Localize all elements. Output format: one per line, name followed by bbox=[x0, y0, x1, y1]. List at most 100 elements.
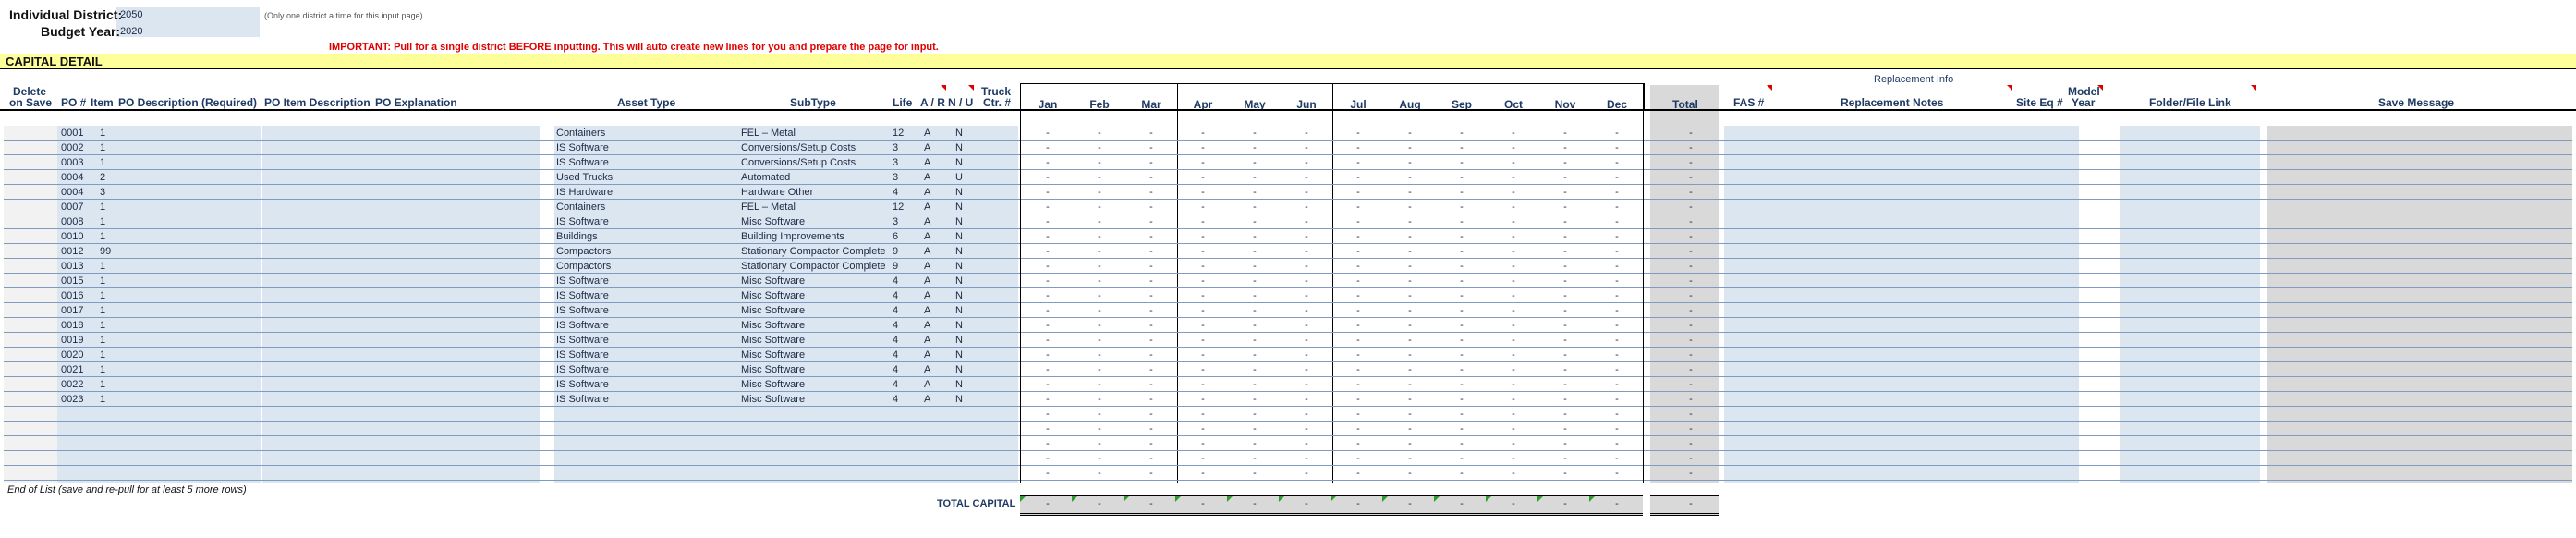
month-value-cell[interactable]: - bbox=[1595, 274, 1639, 288]
month-value-cell[interactable]: - bbox=[1129, 451, 1173, 466]
month-value-cell[interactable]: - bbox=[1595, 407, 1639, 422]
month-value-cell[interactable]: - bbox=[1543, 259, 1587, 274]
month-value-cell[interactable]: - bbox=[1543, 303, 1587, 318]
po-cell[interactable]: 0012 bbox=[61, 244, 89, 259]
month-value-cell[interactable]: - bbox=[1440, 214, 1484, 229]
life-cell[interactable]: 4 bbox=[893, 377, 915, 392]
district-input[interactable]: 2050 bbox=[120, 9, 142, 20]
month-value-cell[interactable]: - bbox=[1129, 348, 1173, 362]
subtype-cell[interactable]: FEL – Metal bbox=[741, 200, 889, 214]
nu-cell[interactable]: N bbox=[955, 244, 970, 259]
month-value-cell[interactable]: - bbox=[1440, 155, 1484, 170]
item-cell[interactable]: 99 bbox=[100, 244, 118, 259]
month-value-cell[interactable]: - bbox=[1440, 348, 1484, 362]
month-value-cell[interactable]: - bbox=[1129, 436, 1173, 451]
month-value-cell[interactable]: - bbox=[1077, 200, 1122, 214]
month-value-cell[interactable]: - bbox=[1440, 259, 1484, 274]
month-value-cell[interactable]: - bbox=[1491, 377, 1536, 392]
month-value-cell[interactable]: - bbox=[1077, 451, 1122, 466]
month-value-cell[interactable]: - bbox=[1077, 318, 1122, 333]
month-value-cell[interactable]: - bbox=[1181, 229, 1225, 244]
month-value-cell[interactable]: - bbox=[1491, 362, 1536, 377]
month-value-cell[interactable]: - bbox=[1543, 466, 1587, 481]
month-value-cell[interactable]: - bbox=[1543, 288, 1587, 303]
month-value-cell[interactable]: - bbox=[1129, 288, 1173, 303]
month-value-cell[interactable]: - bbox=[1129, 126, 1173, 141]
subtype-cell[interactable]: Hardware Other bbox=[741, 185, 889, 200]
month-value-cell[interactable]: - bbox=[1077, 377, 1122, 392]
month-value-cell[interactable]: - bbox=[1336, 200, 1380, 214]
month-value-cell[interactable]: - bbox=[1077, 155, 1122, 170]
month-value-cell[interactable]: - bbox=[1440, 377, 1484, 392]
month-value-cell[interactable]: - bbox=[1595, 466, 1639, 481]
ar-cell[interactable]: A bbox=[924, 318, 939, 333]
ar-cell[interactable]: A bbox=[924, 229, 939, 244]
month-value-cell[interactable]: - bbox=[1181, 392, 1225, 407]
month-value-cell[interactable]: - bbox=[1336, 126, 1380, 141]
month-value-cell[interactable]: - bbox=[1026, 466, 1070, 481]
month-value-cell[interactable]: - bbox=[1336, 466, 1380, 481]
month-value-cell[interactable]: - bbox=[1077, 407, 1122, 422]
month-value-cell[interactable]: - bbox=[1284, 229, 1329, 244]
item-cell[interactable]: 1 bbox=[100, 274, 118, 288]
month-value-cell[interactable]: - bbox=[1284, 244, 1329, 259]
month-value-cell[interactable]: - bbox=[1026, 451, 1070, 466]
month-value-cell[interactable]: - bbox=[1388, 259, 1432, 274]
life-cell[interactable]: 4 bbox=[893, 318, 915, 333]
ar-cell[interactable]: A bbox=[924, 288, 939, 303]
month-value-cell[interactable]: - bbox=[1284, 392, 1329, 407]
month-value-cell[interactable]: - bbox=[1233, 377, 1277, 392]
month-value-cell[interactable]: - bbox=[1077, 288, 1122, 303]
month-value-cell[interactable]: - bbox=[1284, 362, 1329, 377]
month-value-cell[interactable]: - bbox=[1181, 170, 1225, 185]
month-value-cell[interactable]: - bbox=[1440, 333, 1484, 348]
month-value-cell[interactable]: - bbox=[1491, 407, 1536, 422]
month-value-cell[interactable]: - bbox=[1595, 318, 1639, 333]
month-value-cell[interactable]: - bbox=[1284, 126, 1329, 141]
life-cell[interactable]: 6 bbox=[893, 229, 915, 244]
month-value-cell[interactable]: - bbox=[1491, 303, 1536, 318]
month-value-cell[interactable]: - bbox=[1284, 318, 1329, 333]
month-value-cell[interactable]: - bbox=[1491, 214, 1536, 229]
asset-type-cell[interactable]: Containers bbox=[556, 200, 741, 214]
month-value-cell[interactable]: - bbox=[1595, 214, 1639, 229]
month-value-cell[interactable]: - bbox=[1388, 392, 1432, 407]
month-value-cell[interactable]: - bbox=[1129, 244, 1173, 259]
month-value-cell[interactable]: - bbox=[1388, 200, 1432, 214]
month-value-cell[interactable]: - bbox=[1388, 141, 1432, 155]
month-value-cell[interactable]: - bbox=[1026, 274, 1070, 288]
asset-type-cell[interactable]: IS Software bbox=[556, 288, 741, 303]
month-value-cell[interactable]: - bbox=[1440, 288, 1484, 303]
month-value-cell[interactable]: - bbox=[1491, 155, 1536, 170]
month-value-cell[interactable]: - bbox=[1595, 126, 1639, 141]
month-value-cell[interactable]: - bbox=[1181, 185, 1225, 200]
month-value-cell[interactable]: - bbox=[1181, 126, 1225, 141]
month-value-cell[interactable]: - bbox=[1233, 185, 1277, 200]
month-value-cell[interactable]: - bbox=[1181, 407, 1225, 422]
ar-cell[interactable]: A bbox=[924, 126, 939, 141]
month-value-cell[interactable]: - bbox=[1026, 244, 1070, 259]
month-value-cell[interactable]: - bbox=[1233, 200, 1277, 214]
month-value-cell[interactable]: - bbox=[1543, 348, 1587, 362]
month-value-cell[interactable]: - bbox=[1077, 126, 1122, 141]
month-value-cell[interactable]: - bbox=[1284, 466, 1329, 481]
month-value-cell[interactable]: - bbox=[1336, 422, 1380, 436]
month-value-cell[interactable]: - bbox=[1284, 407, 1329, 422]
month-value-cell[interactable]: - bbox=[1129, 229, 1173, 244]
month-value-cell[interactable]: - bbox=[1336, 214, 1380, 229]
po-cell[interactable]: 0019 bbox=[61, 333, 89, 348]
month-value-cell[interactable]: - bbox=[1543, 126, 1587, 141]
nu-cell[interactable]: N bbox=[955, 259, 970, 274]
month-value-cell[interactable]: - bbox=[1491, 288, 1536, 303]
month-value-cell[interactable]: - bbox=[1336, 244, 1380, 259]
life-cell[interactable]: 4 bbox=[893, 333, 915, 348]
month-value-cell[interactable]: - bbox=[1543, 214, 1587, 229]
month-value-cell[interactable]: - bbox=[1026, 288, 1070, 303]
month-value-cell[interactable]: - bbox=[1491, 392, 1536, 407]
month-value-cell[interactable]: - bbox=[1595, 244, 1639, 259]
month-value-cell[interactable]: - bbox=[1233, 126, 1277, 141]
item-cell[interactable]: 1 bbox=[100, 392, 118, 407]
month-value-cell[interactable]: - bbox=[1026, 170, 1070, 185]
month-value-cell[interactable]: - bbox=[1491, 436, 1536, 451]
life-cell[interactable]: 4 bbox=[893, 274, 915, 288]
